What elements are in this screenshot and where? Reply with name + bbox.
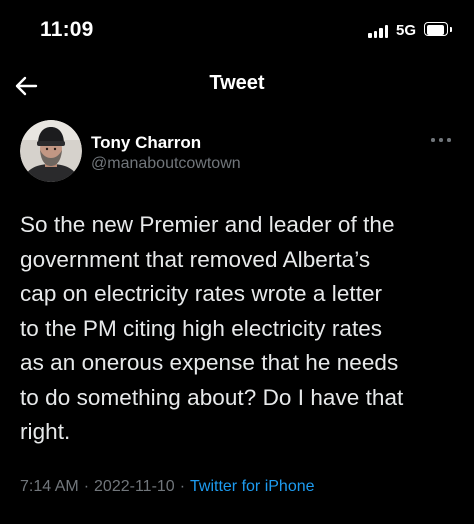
network-type: 5G (396, 22, 417, 39)
meta-separator: · (83, 478, 90, 495)
author-handle: @manaboutcowtown (91, 155, 241, 172)
more-options-button[interactable] (428, 128, 458, 148)
tweet-source-link[interactable]: Twitter for iPhone (190, 478, 315, 495)
tweet-text: So the new Premier and leader of the gov… (20, 208, 460, 450)
avatar[interactable] (20, 120, 82, 182)
status-bar: 11:09 5G (0, 0, 474, 60)
cellular-signal-icon (368, 24, 390, 38)
nav-header: Tweet (0, 60, 474, 112)
author-name[interactable]: Tony Charron (91, 133, 201, 153)
tweet-line: to the PM citing high electricity rates (20, 315, 383, 341)
tweet-line: as an onerous expense that he needs (20, 350, 399, 375)
tweet-date: 2022-11-10 (94, 478, 175, 495)
tweet-line: cap on electricity rates wrote a letter (20, 281, 383, 306)
tweet-meta: 7:14 AM · 2022-11-10 · Twitter for iPhone (20, 478, 315, 496)
user-avatar-icon (20, 120, 82, 182)
page-title: Tweet (209, 72, 265, 94)
tweet-line: to do something about? Do I have that (20, 384, 404, 410)
author-row: Tony Charron @manaboutcowtown (0, 120, 474, 190)
tweet-time: 7:14 AM (20, 478, 79, 495)
tweet-line: So the new Premier and leader of the (20, 212, 395, 237)
tweet-line: government that removed Alberta’s (20, 246, 371, 272)
battery-icon (424, 22, 452, 38)
meta-separator: · (179, 478, 186, 495)
status-time: 11:09 (40, 18, 94, 41)
tweet-line: right. (20, 419, 71, 444)
